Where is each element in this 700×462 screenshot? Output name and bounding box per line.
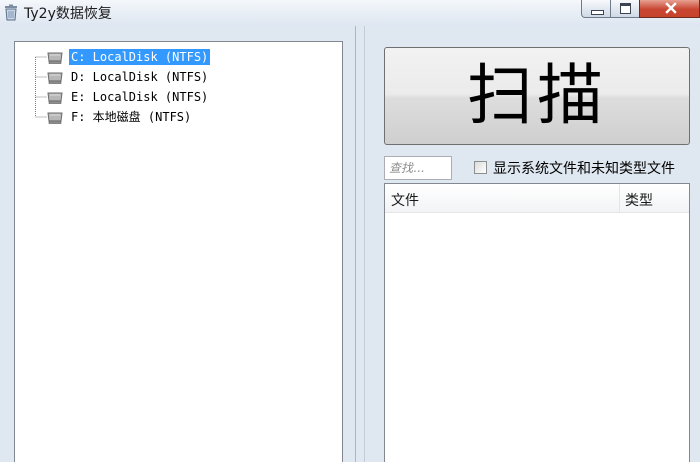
close-icon xyxy=(665,2,677,14)
close-button[interactable] xyxy=(639,0,700,18)
panel-splitter-edge xyxy=(364,26,365,462)
column-separator[interactable] xyxy=(619,184,620,212)
minimize-icon xyxy=(591,10,604,15)
hard-drive-icon xyxy=(47,52,63,64)
tree-item-f-drive[interactable]: F: 本地磁盘 (NTFS) xyxy=(33,107,333,127)
file-list-header: 文件 类型 xyxy=(385,184,689,213)
tree-item-label: F: 本地磁盘 (NTFS) xyxy=(71,110,192,124)
scan-button[interactable]: 扫描 xyxy=(384,47,690,145)
tree-item-label: C: LocalDisk (NTFS) xyxy=(69,49,211,65)
hard-drive-icon xyxy=(47,72,63,84)
search-input[interactable] xyxy=(384,156,452,180)
tree-item-d-drive[interactable]: D: LocalDisk (NTFS) xyxy=(33,67,333,87)
hard-drive-icon xyxy=(47,92,63,104)
tree-item-c-drive[interactable]: C: LocalDisk (NTFS) xyxy=(33,47,333,67)
drive-tree-panel[interactable]: C: LocalDisk (NTFS) D: LocalDisk (NTFS) xyxy=(14,41,343,462)
tree-item-label: D: LocalDisk (NTFS) xyxy=(71,70,209,84)
tree-item-e-drive[interactable]: E: LocalDisk (NTFS) xyxy=(33,87,333,107)
tree-item-label: E: LocalDisk (NTFS) xyxy=(71,90,209,104)
title-bar[interactable]: Ty2y数据恢复 xyxy=(0,0,700,26)
drive-tree: C: LocalDisk (NTFS) D: LocalDisk (NTFS) xyxy=(15,42,342,462)
column-header-file[interactable]: 文件 xyxy=(391,190,419,210)
hard-drive-icon xyxy=(47,112,63,124)
recycle-bin-icon xyxy=(5,4,17,21)
panel-splitter[interactable] xyxy=(355,26,356,462)
file-list[interactable]: 文件 类型 xyxy=(384,183,690,462)
show-system-files-checkbox[interactable] xyxy=(474,161,487,174)
window-title: Ty2y数据恢复 xyxy=(24,6,112,22)
show-system-files-label[interactable]: 显示系统文件和未知类型文件 xyxy=(493,158,675,178)
app-window: Ty2y数据恢复 C: LocalDisk (NTFS) D: LocalDis… xyxy=(0,0,700,462)
maximize-button[interactable] xyxy=(610,0,640,18)
maximize-icon xyxy=(620,3,631,14)
minimize-button[interactable] xyxy=(581,0,611,18)
column-header-type[interactable]: 类型 xyxy=(625,190,653,210)
scan-button-label: 扫描 xyxy=(467,57,607,134)
